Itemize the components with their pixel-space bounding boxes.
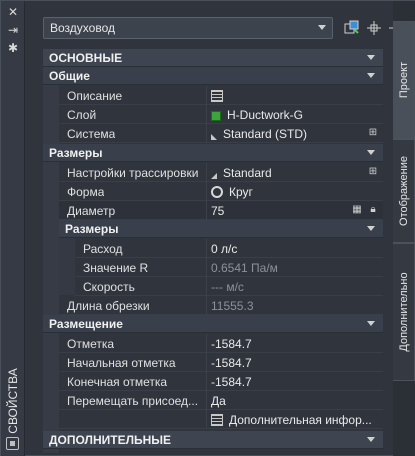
object-type-select[interactable]: Воздуховод	[43, 17, 333, 39]
prop-system[interactable]: Система Standard (STD) ⊞	[59, 124, 383, 143]
prop-start-elevation[interactable]: Начальная отметка -1584.7	[59, 353, 383, 372]
prop-speed: Скорость --- м/с	[75, 277, 383, 296]
tab-display[interactable]: Отображение	[393, 139, 415, 243]
palette-title: СВОЙСТВА	[6, 368, 20, 434]
prop-shape[interactable]: Форма Круг	[59, 182, 383, 201]
palette-tabs: Проект Отображение Дополнительно	[393, 1, 415, 456]
category-placement[interactable]: Размещение	[43, 315, 383, 333]
layer-color-swatch	[211, 111, 221, 121]
collapse-icon[interactable]	[367, 55, 375, 60]
quick-select-icon	[344, 20, 359, 34]
palette-toolbar: Воздуховод	[25, 1, 403, 49]
settings-icon[interactable]: ✱	[6, 41, 20, 55]
auto-hide-icon[interactable]: ⇥	[6, 23, 20, 37]
prop-flow[interactable]: Расход 0 л/с	[75, 239, 383, 258]
select-objects-button[interactable]	[365, 19, 383, 37]
system-icon	[211, 134, 217, 140]
round-shape-icon	[211, 186, 223, 198]
table-icon	[211, 90, 223, 102]
routing-icon	[211, 173, 217, 179]
property-grid: ОСНОВНЫЕ Общие Описание Слой H-Ductwork-…	[43, 49, 385, 453]
lock-icon[interactable]: 🔒︎	[367, 204, 379, 216]
palette-title-strip: ✕ ⇥ ✱ СВОЙСТВА	[1, 1, 25, 456]
prop-additional-info[interactable]: Дополнительная инфор...	[59, 410, 383, 429]
palette-menu-icon[interactable]	[6, 437, 19, 450]
collapse-icon[interactable]	[367, 73, 375, 78]
prop-elevation[interactable]: Отметка -1584.7	[59, 334, 383, 353]
category-sizes[interactable]: Размеры	[43, 144, 383, 162]
collapse-icon[interactable]	[367, 321, 375, 326]
table-icon	[211, 414, 223, 426]
collapse-icon[interactable]	[367, 150, 375, 155]
subcategory-sizes[interactable]: Размеры	[59, 220, 383, 238]
tab-project[interactable]: Проект	[393, 21, 415, 139]
quick-select-button[interactable]	[343, 19, 361, 37]
pick-worksheet-icon[interactable]: ⊞	[367, 166, 379, 178]
calculator-icon[interactable]: ▦	[351, 204, 363, 216]
prop-move-attached[interactable]: Перемещать присоед... Да	[59, 391, 383, 410]
tab-extended[interactable]: Дополнительно	[393, 243, 415, 381]
chevron-down-icon	[318, 25, 326, 30]
collapse-icon[interactable]	[367, 226, 375, 231]
collapse-icon[interactable]	[367, 437, 375, 442]
category-general[interactable]: Общие	[43, 67, 383, 85]
prop-end-elevation[interactable]: Конечная отметка -1584.7	[59, 372, 383, 391]
prop-routing-preferences[interactable]: Настройки трассировки Standard ⊞	[59, 163, 383, 182]
pick-worksheet-icon[interactable]: ⊞	[367, 127, 379, 139]
crosshair-icon	[367, 21, 381, 35]
prop-diameter[interactable]: Диаметр 75 ▦ 🔒︎	[59, 201, 383, 220]
category-extra[interactable]: ДОПОЛНИТЕЛЬНЫЕ	[43, 431, 383, 449]
category-main[interactable]: ОСНОВНЫЕ	[43, 49, 383, 67]
close-icon[interactable]: ✕	[6, 5, 20, 19]
properties-palette: ✕ ⇥ ✱ СВОЙСТВА Воздуховод Проект Отображ…	[0, 0, 415, 456]
prop-r-value: Значение R 0.6541 Па/м	[75, 258, 383, 277]
prop-layer[interactable]: Слой H-Ductwork-G	[59, 105, 383, 124]
prop-description[interactable]: Описание	[59, 86, 383, 105]
prop-cut-length: Длина обрезки 11555.3	[59, 296, 383, 315]
